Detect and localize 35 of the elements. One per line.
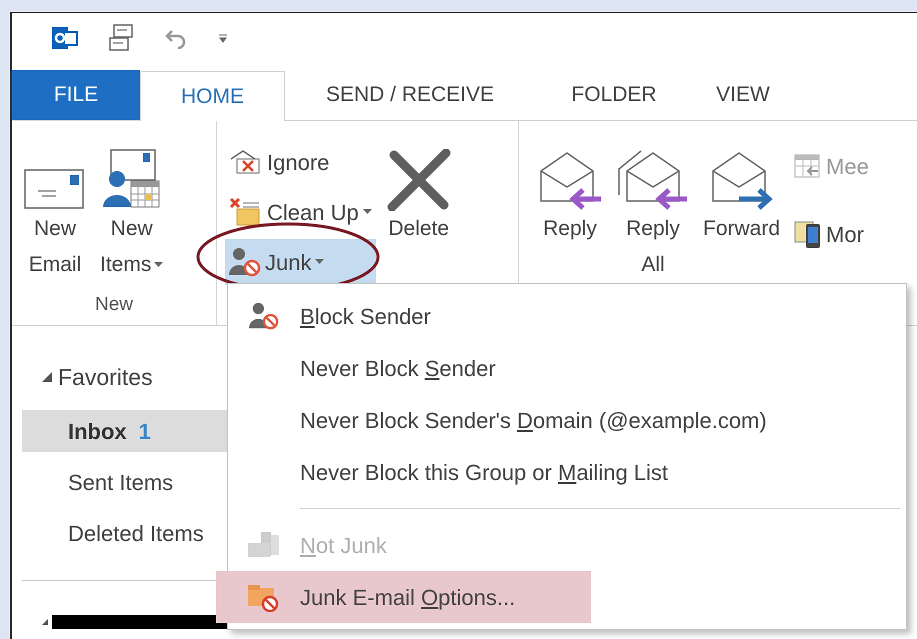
envelope-icon bbox=[24, 167, 86, 211]
ribbon-tab[interactable]: FILE bbox=[12, 70, 140, 120]
ribbon-button[interactable]: Ignore bbox=[225, 139, 376, 185]
folder-block-icon bbox=[247, 582, 281, 612]
ribbon-tab[interactable]: HOME bbox=[140, 71, 285, 121]
group-label: New bbox=[94, 293, 134, 317]
ribbon-button[interactable]: New Email bbox=[20, 133, 90, 283]
expanded-triangle-icon[interactable] bbox=[42, 372, 52, 382]
menu-item[interactable]: Junk E-mail Options... bbox=[216, 571, 591, 623]
ribbon-button[interactable]: Delete bbox=[382, 133, 456, 247]
envelope-stack-icon bbox=[247, 531, 281, 559]
caret-icon bbox=[315, 259, 324, 265]
send-receive-icon[interactable] bbox=[108, 24, 134, 52]
caret-icon bbox=[362, 209, 372, 215]
delete-x-icon bbox=[386, 149, 452, 211]
ribbon-tab[interactable]: VIEW bbox=[693, 70, 793, 120]
ribbon-button[interactable]: Forward bbox=[699, 133, 784, 247]
unread-count: 1 bbox=[138, 418, 151, 446]
ribbon-button[interactable]: Mor bbox=[790, 211, 873, 257]
undo-icon[interactable] bbox=[164, 27, 188, 49]
caret-icon bbox=[154, 262, 164, 268]
ribbon-button[interactable]: New Items bbox=[96, 133, 168, 283]
person-block-icon bbox=[229, 247, 261, 277]
ribbon-button[interactable]: Clean Up bbox=[225, 189, 376, 235]
outlook-logo-icon[interactable] bbox=[52, 25, 78, 51]
ribbon-tab[interactable]: SEND / RECEIVE bbox=[285, 70, 535, 120]
meeting-calendar-icon bbox=[794, 153, 822, 179]
customize-toolbar-icon[interactable] bbox=[218, 33, 228, 43]
person-block-icon bbox=[249, 301, 279, 331]
ribbon-button[interactable]: Reply All bbox=[613, 133, 693, 283]
menu-item[interactable]: Block Sender bbox=[228, 290, 906, 342]
ribbon-button[interactable]: Junk bbox=[225, 239, 376, 285]
ribbon-tab[interactable]: FOLDER bbox=[535, 70, 693, 120]
ribbon-button[interactable]: Reply bbox=[533, 133, 607, 247]
collapse-triangle-icon[interactable] bbox=[42, 617, 48, 627]
